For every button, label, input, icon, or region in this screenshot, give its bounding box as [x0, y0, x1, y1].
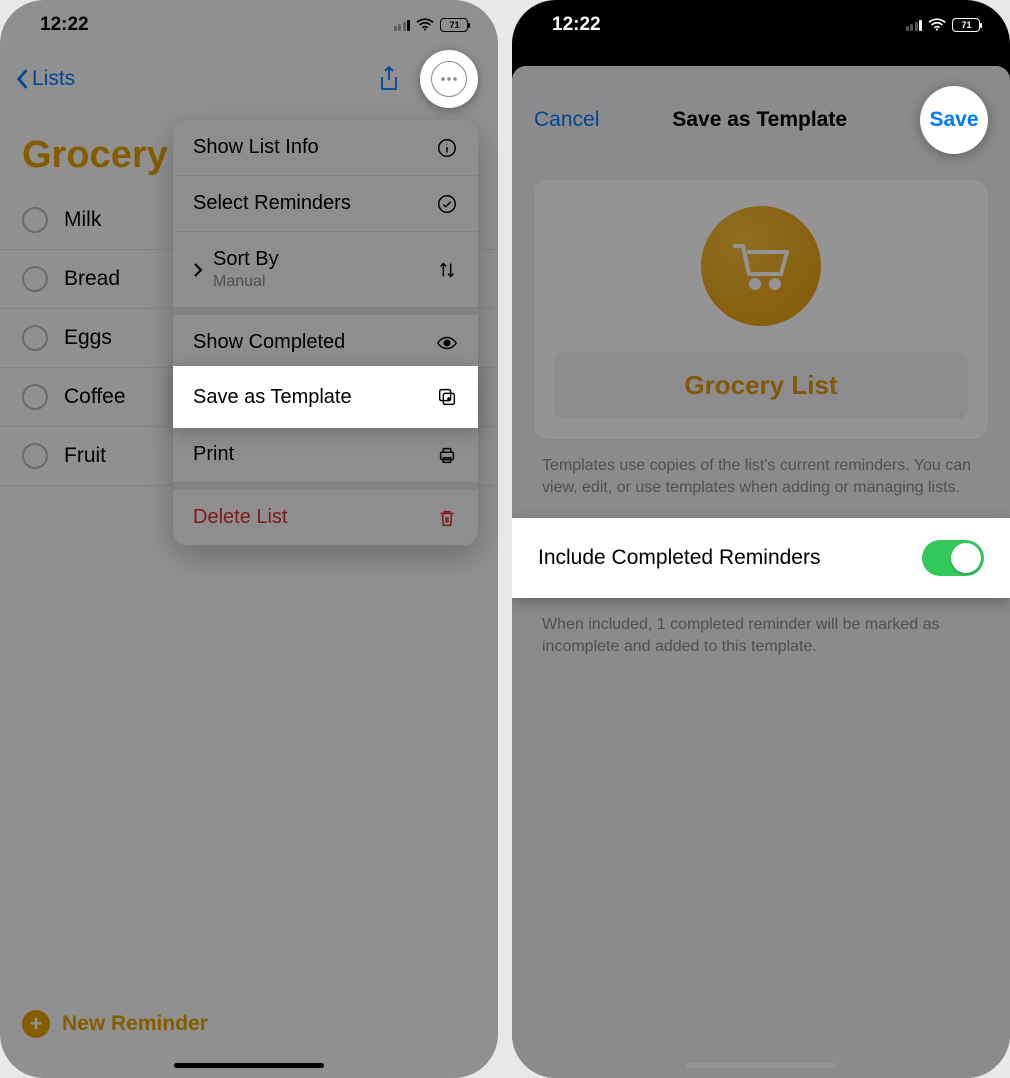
checkbox-icon[interactable] [22, 266, 48, 292]
share-icon[interactable] [376, 65, 402, 93]
helper-text: Templates use copies of the list's curre… [512, 439, 1010, 518]
menu-sort-by[interactable]: Sort By Manual [173, 232, 478, 308]
save-button[interactable]: Save [920, 86, 988, 154]
home-indicator [686, 1063, 836, 1068]
sort-value: Manual [213, 273, 279, 291]
clock: 12:22 [552, 14, 601, 36]
reminder-text: Fruit [64, 444, 106, 468]
info-icon [436, 137, 458, 159]
template-icon [436, 386, 458, 408]
chevron-left-icon [14, 68, 30, 90]
sort-arrows-icon [436, 259, 458, 281]
battery-icon: 71 [440, 18, 468, 32]
menu-print[interactable]: Print [173, 427, 478, 483]
checkbox-icon[interactable] [22, 384, 48, 410]
eye-icon [436, 332, 458, 354]
wifi-icon [416, 18, 434, 32]
left-screenshot: 12:22 71 Lists Grocery Milk Bread Eggs C… [0, 0, 498, 1078]
battery-icon: 71 [952, 18, 980, 32]
status-right: 71 [394, 18, 469, 32]
menu-delete-list[interactable]: Delete List [173, 483, 478, 546]
back-button[interactable]: Lists [14, 67, 75, 91]
home-indicator [174, 1063, 324, 1068]
status-right: 71 [906, 18, 981, 32]
save-template-sheet: Cancel Save as Template Save Grocery Lis… [512, 66, 1010, 1078]
include-completed-toggle[interactable] [922, 540, 984, 576]
template-name-field[interactable]: Grocery List [554, 352, 968, 419]
reminder-text: Milk [64, 208, 101, 232]
toggle-label: Include Completed Reminders [538, 546, 820, 570]
more-icon [435, 65, 463, 93]
reminder-text: Bread [64, 267, 120, 291]
more-menu: Show List Info Select Reminders Sort By … [173, 120, 478, 546]
right-screenshot: 12:22 71 Cancel Save as Template Save [512, 0, 1010, 1078]
chevron-right-icon [193, 262, 203, 278]
reminder-text: Coffee [64, 385, 126, 409]
status-bar: 12:22 71 [0, 0, 498, 44]
signal-icon [906, 20, 923, 31]
checkbox-icon[interactable] [22, 443, 48, 469]
menu-select-reminders[interactable]: Select Reminders [173, 176, 478, 232]
cart-icon [729, 234, 793, 298]
include-completed-row[interactable]: Include Completed Reminders [512, 518, 1010, 598]
trash-icon [436, 507, 458, 529]
signal-icon [394, 20, 411, 31]
wifi-icon [928, 18, 946, 32]
more-button[interactable] [420, 50, 478, 108]
checkbox-icon[interactable] [22, 325, 48, 351]
sheet-title: Save as Template [672, 108, 847, 132]
highlight-save-as-template[interactable]: Save as Template [173, 366, 478, 428]
reminder-text: Eggs [64, 326, 112, 350]
sheet-header: Cancel Save as Template Save [512, 66, 1010, 174]
cancel-button[interactable]: Cancel [534, 108, 599, 132]
menu-show-completed[interactable]: Show Completed [173, 308, 478, 371]
check-circle-icon [436, 193, 458, 215]
list-icon-badge [701, 206, 821, 326]
menu-show-list-info[interactable]: Show List Info [173, 120, 478, 176]
checkbox-icon[interactable] [22, 207, 48, 233]
status-bar: 12:22 71 [512, 0, 1010, 44]
plus-icon: + [22, 1010, 50, 1038]
nav-bar: Lists [0, 44, 498, 114]
toggle-footer: When included, 1 completed reminder will… [512, 598, 1010, 677]
printer-icon [436, 444, 458, 466]
clock: 12:22 [40, 14, 89, 36]
template-card: Grocery List [534, 180, 988, 439]
new-reminder-button[interactable]: + New Reminder [22, 1010, 208, 1038]
back-label: Lists [32, 67, 75, 91]
